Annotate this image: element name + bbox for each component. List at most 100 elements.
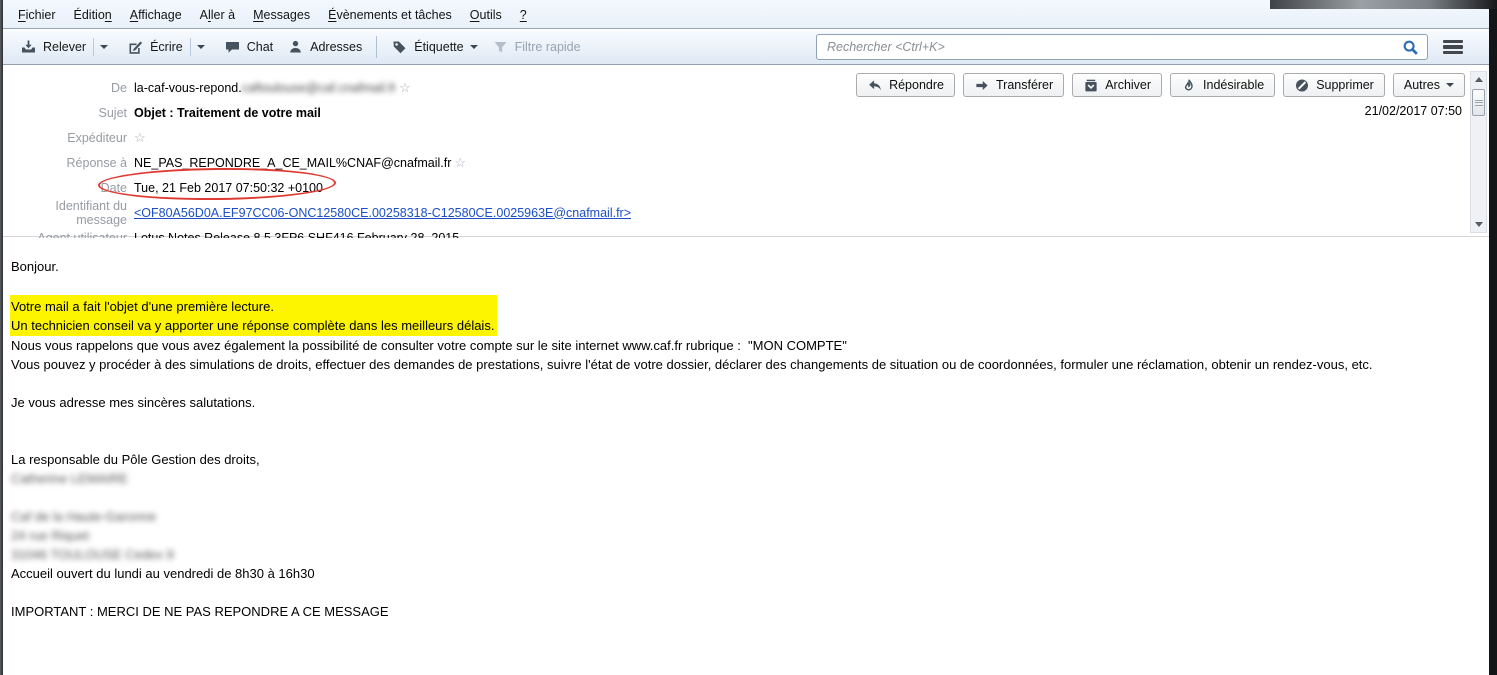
chat-label: Chat (247, 40, 273, 54)
message-id-label: Identifiant du message (3, 199, 134, 227)
scrollbar-thumb[interactable] (1472, 89, 1485, 116)
signature-address2-redacted: 31046 TOULOUSE Cedex 9 (11, 545, 1479, 564)
addresses-icon (287, 39, 304, 55)
menu-aller-a[interactable]: Aller à (191, 4, 244, 26)
paragraph-account-info: Nous vous rappelons que vous avez égalem… (11, 336, 1479, 355)
addresses-button[interactable]: Adresses (280, 34, 369, 60)
get-mail-icon (20, 39, 37, 55)
chevron-down-icon (1446, 83, 1454, 87)
star-icon[interactable]: ☆ (134, 130, 146, 146)
header-row-reply-to: Réponse à NE_PAS_REPONDRE_A_CE_MAIL%CNAF… (3, 150, 1489, 175)
closing: Je vous adresse mes sincères salutations… (11, 393, 1479, 412)
delete-label: Supprimer (1316, 78, 1374, 92)
received-date: 21/02/2017 07:50 (1365, 104, 1462, 118)
opening-hours: Accueil ouvert du lundi au vendredi de 8… (11, 564, 1479, 583)
from-label: De (3, 81, 134, 95)
forward-button[interactable]: Transférer (963, 73, 1064, 97)
window-right-edge (1489, 0, 1497, 675)
menu-evenements-et-taches[interactable]: Évènements et tâches (319, 4, 461, 26)
menu-aide[interactable]: ? (511, 4, 536, 26)
quick-filter-button[interactable]: Filtre rapide (485, 34, 588, 60)
global-search-field[interactable] (816, 34, 1428, 60)
delete-button[interactable]: Supprimer (1283, 73, 1385, 97)
message-header-pane: De la-caf-vous-repond.caftoulouse@caf.cn… (3, 66, 1489, 237)
sender-label: Expéditeur (3, 131, 134, 145)
star-icon[interactable]: ☆ (399, 80, 411, 96)
junk-label: Indésirable (1203, 78, 1264, 92)
header-row-message-id: Identifiant du message <OF80A56D0A.EF97C… (3, 200, 1489, 225)
tag-label: Étiquette (414, 40, 463, 54)
highlight-line-1: Votre mail a fait l'objet d'une première… (11, 297, 494, 316)
from-value: la-caf-vous-repond. (134, 81, 242, 95)
greeting: Bonjour. (11, 257, 1479, 276)
junk-button[interactable]: Indésirable (1170, 73, 1275, 97)
more-button[interactable]: Autres (1393, 73, 1465, 97)
archive-icon (1083, 78, 1099, 93)
get-mail-dropdown[interactable] (93, 38, 114, 56)
chat-button[interactable]: Chat (217, 34, 280, 60)
app-menu-button[interactable] (1441, 36, 1465, 59)
quick-filter-label: Filtre rapide (515, 40, 581, 54)
junk-icon (1181, 78, 1197, 93)
reply-button[interactable]: Répondre (856, 73, 955, 97)
signature-address1-redacted: 24 rue Riquet (11, 526, 1479, 545)
menu-edition[interactable]: Édition (65, 4, 121, 26)
quick-filter-icon (492, 39, 509, 55)
reply-to-value: NE_PAS_REPONDRE_A_CE_MAIL%CNAF@cnafmail.… (134, 156, 451, 170)
subject-value: Objet : Traitement de votre mail (134, 106, 321, 120)
get-mail-label: Relever (43, 40, 86, 54)
chevron-down-icon (197, 45, 205, 49)
important-notice: IMPORTANT : MERCI DE NE PAS REPONDRE A C… (11, 602, 1479, 621)
chat-icon (224, 39, 241, 55)
date-value: Tue, 21 Feb 2017 07:50:32 +0100 (134, 181, 323, 195)
scrollbar-track[interactable] (1471, 118, 1486, 217)
menu-messages[interactable]: Messages (244, 4, 319, 26)
down-arrow-icon (1475, 222, 1483, 227)
header-scrollbar[interactable] (1470, 71, 1487, 233)
signature-role: La responsable du Pôle Gestion des droit… (11, 450, 1479, 469)
up-arrow-icon (1475, 77, 1483, 82)
tag-icon (391, 39, 408, 55)
reply-label: Répondre (889, 78, 944, 92)
header-row-subject: Sujet Objet : Traitement de votre mail (3, 100, 1489, 125)
more-label: Autres (1404, 78, 1440, 92)
chevron-down-icon (100, 45, 108, 49)
main-toolbar: Relever Écrire Chat Adresses Étiquette (3, 30, 1489, 65)
write-button[interactable]: Écrire (120, 34, 190, 60)
message-body: Bonjour. Votre mail a fait l'objet d'une… (3, 238, 1489, 675)
background-window-edge (1270, 0, 1497, 9)
search-icon (1402, 39, 1419, 56)
header-row-sender: Expéditeur ☆ (3, 125, 1489, 150)
signature-org-redacted: Caf de la Haute-Garonne (11, 507, 1479, 526)
forward-icon (974, 78, 990, 93)
reply-icon (867, 78, 883, 93)
delete-icon (1294, 78, 1310, 93)
menu-affichage[interactable]: Affichage (121, 4, 191, 26)
archive-label: Archiver (1105, 78, 1151, 92)
paragraph-services: Vous pouvez y procéder à des simulations… (11, 355, 1479, 374)
chevron-down-icon (470, 45, 478, 49)
tag-button[interactable]: Étiquette (384, 34, 484, 60)
scroll-up-button[interactable] (1471, 72, 1486, 87)
window-left-border (0, 0, 3, 675)
message-action-buttons: Répondre Transférer Archiver Indésirable (856, 73, 1465, 97)
scroll-down-button[interactable] (1471, 217, 1486, 232)
get-mail-button[interactable]: Relever (13, 34, 93, 60)
menu-bar: Fichier Édition Affichage Aller à Messag… (3, 0, 1489, 29)
signature-name-redacted: Catherine LEMAIRE (11, 469, 1479, 488)
from-value-redacted: caftoulouse@caf.cnafmail.fr (242, 81, 396, 95)
search-input[interactable] (825, 39, 1402, 55)
highlighted-notice: Votre mail a fait l'objet d'une première… (10, 295, 497, 336)
addresses-label: Adresses (310, 40, 362, 54)
highlight-line-2: Un technicien conseil va y apporter une … (11, 316, 494, 335)
forward-label: Transférer (996, 78, 1053, 92)
archive-button[interactable]: Archiver (1072, 73, 1162, 97)
menu-outils[interactable]: Outils (461, 4, 511, 26)
star-icon[interactable]: ☆ (454, 155, 466, 171)
write-dropdown[interactable] (190, 38, 211, 56)
write-label: Écrire (150, 40, 183, 54)
date-label: Date (3, 181, 134, 195)
menu-fichier[interactable]: Fichier (9, 4, 65, 26)
message-id-link[interactable]: <OF80A56D0A.EF97CC06-ONC12580CE.00258318… (134, 206, 631, 220)
write-icon (127, 39, 144, 55)
